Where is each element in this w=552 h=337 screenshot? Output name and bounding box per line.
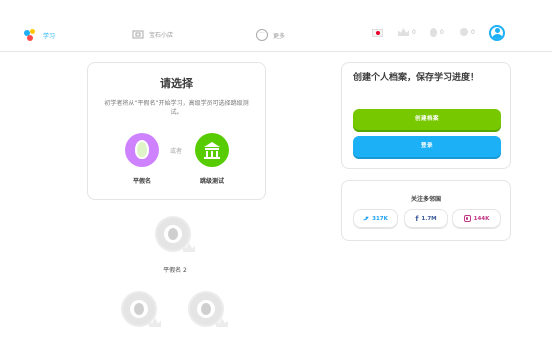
learn-icon [24,29,38,41]
option-placement-test[interactable]: 跳级测试 [182,133,242,185]
avatar[interactable] [489,25,505,41]
crown-stat[interactable]: 0 [398,28,416,36]
crown-icon [216,318,228,327]
streak-count: 0 [440,29,444,36]
crown-count: 0 [412,28,416,36]
castle-icon [195,133,229,167]
more-dots-icon: ··· [256,29,268,41]
streak-stat[interactable]: 0 [430,28,444,37]
nav-more[interactable]: ··· 更多 [256,29,285,41]
top-banner [0,0,552,6]
facebook-count: 1.7M [421,215,437,222]
option-hiragana-label: 平假名 [132,178,151,185]
choose-description: 初学者将从“平假名”开始学习，高级学员可选择跳级测试。 [104,100,249,116]
follow-card: 关注多邻国 317K f 1.7M 144K [341,180,511,241]
egg-icon [134,303,144,315]
skill-node-hiragana-2[interactable] [155,216,195,252]
choose-title: 请选择 [160,77,193,90]
option-placement-test-label: 跳级测试 [199,178,224,185]
create-profile-button[interactable]: 创建档案 [353,109,501,130]
egg-icon [125,133,159,167]
instagram-count: 144K [473,215,490,222]
facebook-icon: f [415,214,419,223]
nav-shop[interactable]: 宝石小店 [132,29,173,39]
top-navbar: 学习 宝石小店 ··· 更多 [0,20,552,52]
language-flag[interactable] [372,29,383,37]
facebook-button[interactable]: f 1.7M [404,209,448,228]
create-profile-card: 创建个人档案，保存学习进度！ 创建档案 登录 [341,62,511,169]
shop-icon [132,30,144,39]
login-button[interactable]: 登录 [353,136,501,157]
nav-more-label: 更多 [273,32,286,40]
create-profile-title: 创建个人档案，保存学习进度！ [353,73,480,83]
twitter-button[interactable]: 317K [353,209,398,228]
option-hiragana[interactable]: 平假名 [112,133,172,185]
gems-stat[interactable]: 0 [460,28,475,36]
crown-icon [149,318,161,327]
nav-learn[interactable]: 学习 [24,29,55,41]
japan-flag-icon [372,29,383,37]
fire-icon [430,28,437,37]
instagram-icon [463,215,471,222]
nav-shop-label: 宝石小店 [149,31,174,39]
egg-icon [201,303,211,315]
or-label: 或者 [170,148,183,155]
crown-icon [398,28,409,36]
placement-choice-card: 请选择 初学者将从“平假名”开始学习，高级学员可选择跳级测试。 平假名 或者 跳… [87,62,266,200]
egg-icon [168,228,178,240]
skill-node[interactable] [121,291,161,327]
crown-icon [183,243,195,252]
skill-node[interactable] [188,291,228,327]
twitter-icon [363,216,370,221]
gems-count: 0 [471,28,475,36]
follow-title: 关注多邻国 [410,196,441,203]
skill-node-label: 平假名 2 [163,267,187,274]
gem-icon [460,28,468,36]
instagram-button[interactable]: 144K [452,209,501,228]
nav-learn-label: 学习 [43,32,56,40]
twitter-count: 317K [372,215,388,222]
